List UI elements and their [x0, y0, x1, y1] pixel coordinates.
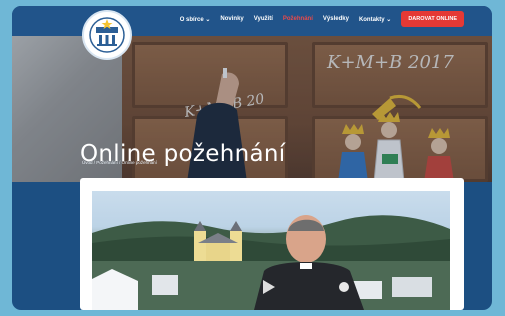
browser-frame: O sbírce ⌄ Novinky Využití Požehnání Výs… — [12, 6, 492, 310]
main-nav: O sbírce ⌄ Novinky Využití Požehnání Výs… — [180, 11, 464, 27]
breadcrumb-link-home[interactable]: Úvod — [82, 160, 93, 165]
nav-item-label: O sbírce — [179, 16, 204, 23]
play-icon[interactable] — [260, 279, 276, 295]
nav-item-label: Kontakty — [358, 16, 385, 23]
chevron-down-icon: ⌄ — [205, 16, 211, 23]
breadcrumb-current: Online požehnání — [121, 160, 157, 165]
content-card — [80, 178, 464, 310]
donate-button[interactable]: DAROVAT ONLINE — [401, 11, 464, 27]
chevron-down-icon: ⌄ — [386, 16, 392, 23]
nav-item-pozehnani[interactable]: Požehnání — [283, 16, 313, 22]
nav-item-vyuziti[interactable]: Využití — [254, 16, 273, 22]
nav-item-kontakty[interactable]: Kontakty ⌄ — [359, 16, 391, 23]
nav-item-novinky[interactable]: Novinky — [220, 16, 243, 22]
nav-item-o-sbirce[interactable]: O sbírce ⌄ — [180, 16, 211, 23]
hero-banner: K+M+B 2017 K+M+B 20 — [12, 36, 492, 182]
video-player[interactable] — [92, 191, 450, 310]
nav-item-vysledky[interactable]: Výsledky — [323, 16, 349, 22]
site-logo[interactable] — [82, 10, 132, 60]
logo-emblem-icon — [89, 17, 125, 53]
breadcrumb: Úvod / Požehnání / Online požehnání — [82, 160, 157, 165]
breadcrumb-link-pozehnani[interactable]: Požehnání — [96, 160, 118, 165]
